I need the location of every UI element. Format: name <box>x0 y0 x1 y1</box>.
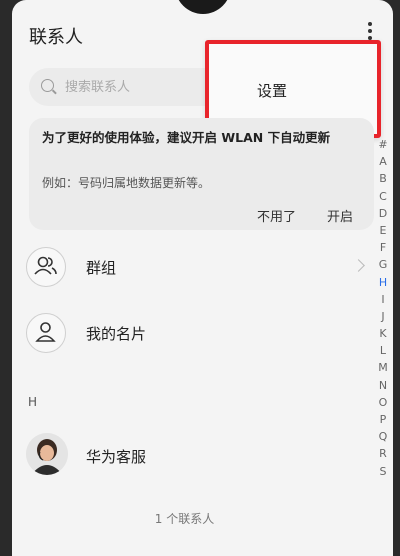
search-input[interactable] <box>65 76 215 98</box>
contact-name[interactable]: 华为客服 <box>86 446 146 467</box>
index-letter[interactable]: E <box>373 222 393 239</box>
banner-subtitle: 例如：号码归属地数据更新等。 <box>42 176 211 190</box>
banner-title: 为了更好的使用体验，建议开启 WLAN 下自动更新 <box>42 130 331 145</box>
index-letter[interactable]: # <box>373 136 393 153</box>
group-icon <box>26 247 66 287</box>
index-letter[interactable]: S <box>373 463 393 480</box>
my-card-label: 我的名片 <box>86 325 147 343</box>
wlan-update-banner: 为了更好的使用体验，建议开启 WLAN 下自动更新 例如：号码归属地数据更新等。… <box>29 118 374 230</box>
index-letter[interactable]: L <box>373 342 393 359</box>
alphabet-index-bar[interactable]: # A B C D E F G H I J K L M N O P Q R S <box>373 136 393 480</box>
groups-label: 群组 <box>86 259 117 277</box>
index-letter[interactable]: K <box>373 325 393 342</box>
index-letter[interactable]: I <box>373 291 393 308</box>
more-options-icon[interactable] <box>366 22 374 42</box>
chevron-right-icon <box>352 259 365 272</box>
person-icon <box>26 313 66 353</box>
index-letter[interactable]: A <box>373 153 393 170</box>
dismiss-button[interactable]: 不用了 <box>257 206 296 225</box>
index-letter[interactable]: R <box>373 445 393 462</box>
index-letter[interactable]: D <box>373 205 393 222</box>
index-letter[interactable]: J <box>373 308 393 325</box>
search-icon <box>41 79 54 92</box>
menu-item-settings[interactable]: 设置 <box>257 80 287 101</box>
avatar[interactable] <box>26 433 68 475</box>
section-header-h: H <box>28 395 38 409</box>
index-letter[interactable]: N <box>373 377 393 394</box>
index-letter[interactable]: P <box>373 411 393 428</box>
contact-count: 1 个联系人 <box>154 512 215 526</box>
index-letter[interactable]: Q <box>373 428 393 445</box>
index-letter[interactable]: F <box>373 239 393 256</box>
index-letter[interactable]: O <box>373 394 393 411</box>
page-title: 联系人 <box>29 27 83 48</box>
camera-notch <box>175 0 231 14</box>
contacts-screen: 联系人 设置 为了更好的使用体验，建议开启 WLAN 下自动更新 例如：号码归属… <box>12 0 393 556</box>
my-card-row[interactable]: 我的名片 <box>12 303 357 363</box>
index-letter[interactable]: C <box>373 188 393 205</box>
index-letter[interactable]: M <box>373 359 393 376</box>
index-letter[interactable]: H <box>373 274 393 291</box>
enable-button[interactable]: 开启 <box>327 206 353 225</box>
index-letter[interactable]: B <box>373 170 393 187</box>
index-letter[interactable]: G <box>373 256 393 273</box>
groups-row[interactable]: 群组 <box>12 237 365 297</box>
